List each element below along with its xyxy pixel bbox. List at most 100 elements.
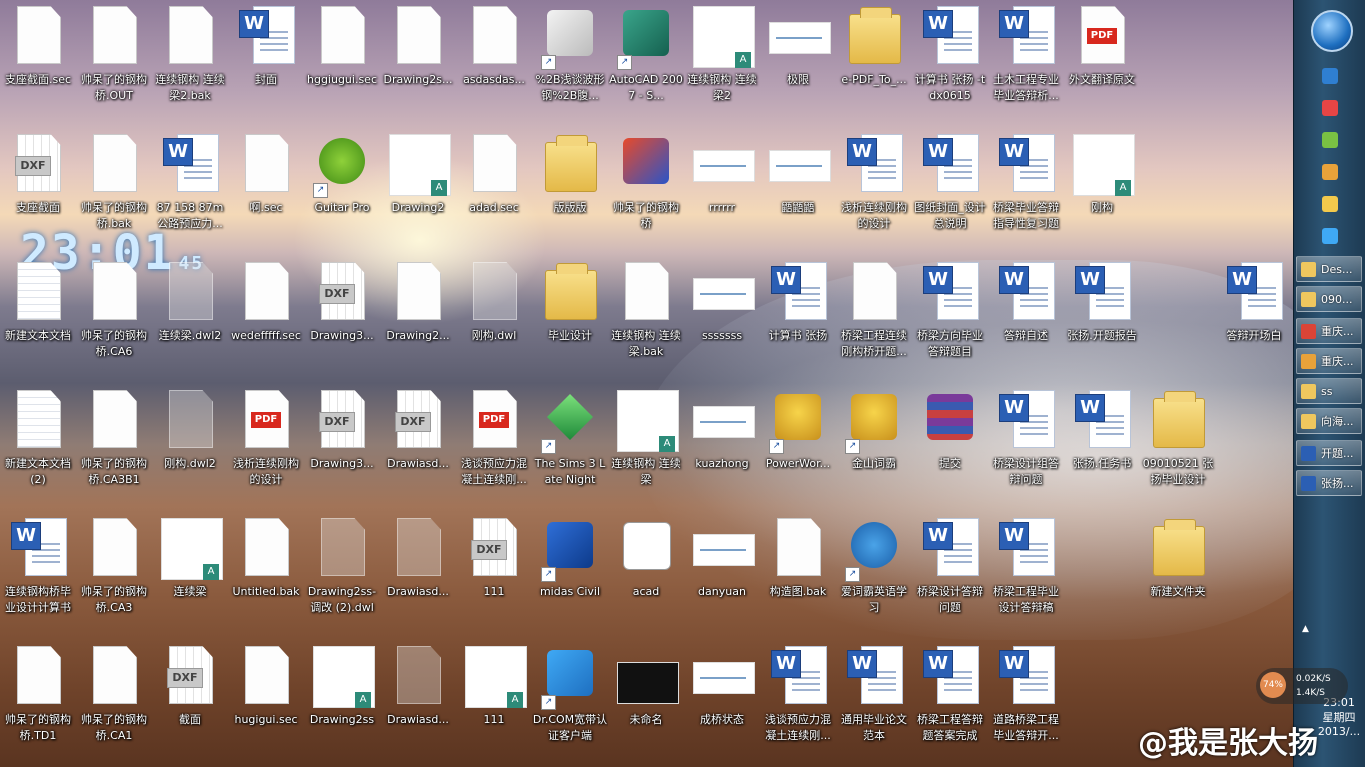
taskbar-button[interactable]: Des... [1296,256,1362,282]
desktop-icon[interactable]: kuazhong [684,384,760,512]
desktop-icon[interactable]: 连续钢构 连续梁.bak [608,256,684,384]
desktop-icon[interactable]: DXF 111 [456,512,532,640]
desktop-icon[interactable]: A 连续梁 [152,512,228,640]
desktop-icon[interactable]: A 刚构 [1064,128,1140,256]
desktop-icon[interactable]: W 桥梁毕业答辩指导性复习题 [988,128,1064,256]
desktop-icon[interactable]: 帅呆了的钢构桥.CA3 [76,512,152,640]
desktop-icon[interactable]: W 桥梁工程毕业设计答辩稿 [988,512,1064,640]
desktop-icon[interactable]: danyuan [684,512,760,640]
desktop-icon[interactable]: wedefffff.sec [228,256,304,384]
desktop-icon[interactable]: Drawing2s... [380,0,456,128]
taskbar-button[interactable]: 重庆... [1296,318,1362,344]
desktop-icon[interactable]: ↗ midas Civil [532,512,608,640]
tray-expand-icon[interactable]: ▲ [1302,624,1309,634]
desktop-icon[interactable]: W 答辩自述 [988,256,1064,384]
desktop-icon[interactable]: W 浅析连续刚构的设计 [836,128,912,256]
desktop-icon[interactable]: ↗ 爱词霸英语学习 [836,512,912,640]
desktop-icon[interactable]: 新建文本文档 (2) [0,384,76,512]
desktop-icon[interactable]: 帅呆了的钢构桥.CA1 [76,640,152,767]
desktop-icon[interactable]: PDF 外文翻译原文 [1064,0,1140,128]
taskbar-button[interactable]: 向海... [1296,408,1362,434]
desktop-icon[interactable]: W 答辩开场白 [1216,256,1292,384]
desktop-icon[interactable]: hugigui.sec [228,640,304,767]
desktop-icon[interactable]: sssssss [684,256,760,384]
desktop-icon[interactable]: A 111 [456,640,532,767]
quick-launch-icon[interactable] [1322,228,1338,244]
desktop-icon[interactable]: 帅呆了的钢构桥.CA3B1 [76,384,152,512]
desktop-icon[interactable]: 毕业设计 [532,256,608,384]
desktop-icon[interactable]: Drawiasd... [380,640,456,767]
desktop-icon[interactable]: 提交 [912,384,988,512]
desktop-icon[interactable]: DXF Drawiasd... [380,384,456,512]
desktop-icon[interactable]: W 封面 [228,0,304,128]
desktop-icon[interactable]: 版版版 [532,128,608,256]
desktop-icon[interactable]: W 通用毕业论文范本 [836,640,912,767]
desktop-icon[interactable]: ↗ %2B浅谈波形钢%2B腹... [532,0,608,128]
desktop-icon[interactable]: 帅呆了的钢构桥.CA6 [76,256,152,384]
desktop-icon[interactable]: 帅呆了的钢构桥.OUT [76,0,152,128]
desktop-icon[interactable]: 构造图.bak [760,512,836,640]
desktop-icon[interactable]: 连续钢构 连续梁2.bak [152,0,228,128]
desktop-icon[interactable]: W 道路桥梁工程毕业答辩开... [988,640,1064,767]
desktop-icon[interactable]: A Drawing2 [380,128,456,256]
desktop-icon[interactable]: W 桥梁方向毕业答辩题目 [912,256,988,384]
desktop-icon[interactable]: 连续梁.dwl2 [152,256,228,384]
desktop-icon[interactable]: ↗ The Sims 3 Late Night [532,384,608,512]
desktop-icon[interactable]: DXF Drawing3... [304,256,380,384]
desktop-icon[interactable]: A Drawing2ss [304,640,380,767]
taskbar-button[interactable]: 开题... [1296,440,1362,466]
desktop-icon[interactable]: W 87 158 87m公路预应力... [152,128,228,256]
desktop-icon[interactable]: ↗ AutoCAD 2007 - S... [608,0,684,128]
taskbar-button[interactable]: 重庆... [1296,348,1362,374]
desktop-icon[interactable]: rrrrrr [684,128,760,256]
desktop-icon[interactable]: 刚构.dwl2 [152,384,228,512]
desktop-icon[interactable]: 帅呆了的钢构桥.TD1 [0,640,76,767]
desktop-icon[interactable]: 鼯鼯鼯 [760,128,836,256]
network-monitor[interactable]: 74% 0.02K/S 1.4K/S [1256,668,1348,704]
desktop-icon[interactable]: 帅呆了的钢构桥 [608,128,684,256]
desktop-icon[interactable]: 新建文本文档 [0,256,76,384]
desktop-icon[interactable]: 极限 [760,0,836,128]
desktop-icon[interactable]: ↗ Dr.COM宽带认证客户端 [532,640,608,767]
desktop-icon[interactable]: W 桥梁工程答辩题答案完成 [912,640,988,767]
taskbar-button[interactable]: ss [1296,378,1362,404]
desktop-icon[interactable]: W 土木工程专业毕业答辩析... [988,0,1064,128]
desktop-icon[interactable]: 未命名 [608,640,684,767]
desktop-icon[interactable]: A 连续钢构 连续梁 [608,384,684,512]
desktop-icon[interactable]: PDF 浅析连续刚构的设计 [228,384,304,512]
desktop-icon[interactable]: Drawiasd... [380,512,456,640]
desktop-icon[interactable]: ↗ PowerWor... [760,384,836,512]
desktop-icon[interactable]: Drawing2... [380,256,456,384]
desktop-icon[interactable]: W 张扬.开题报告 [1064,256,1140,384]
desktop-icon[interactable]: W 浅谈预应力混凝土连续刚... [760,640,836,767]
desktop-icon[interactable]: asdasdas... [456,0,532,128]
taskbar-button[interactable]: 090... [1296,286,1362,312]
desktop-icon[interactable]: W 张扬.任务书 [1064,384,1140,512]
quick-launch-icon[interactable] [1322,196,1338,212]
desktop-icon[interactable]: 支座截面.sec [0,0,76,128]
desktop-icon[interactable]: W 连续钢构桥毕业设计计算书 [0,512,76,640]
desktop-icon[interactable]: W 计算书 张扬 [760,256,836,384]
quick-launch-icon[interactable] [1322,132,1338,148]
desktop-icon[interactable]: 帅呆了的钢构桥.bak [76,128,152,256]
desktop-icon[interactable]: 啊.sec [228,128,304,256]
desktop-icon[interactable]: Untitled.bak [228,512,304,640]
desktop-icon[interactable]: W 图纸封面_设计总说明 [912,128,988,256]
desktop-icon[interactable]: 成桥状态 [684,640,760,767]
desktop-icon[interactable]: 桥梁工程连续刚构桥开题... [836,256,912,384]
quick-launch-icon[interactable] [1322,68,1338,84]
desktop-icon[interactable]: 09010521 张扬毕业设计 [1140,384,1216,512]
desktop-icon[interactable]: adad.sec [456,128,532,256]
desktop-icon[interactable]: 新建文件夹 [1140,512,1216,640]
desktop-icon[interactable]: ↗ Guitar Pro [304,128,380,256]
desktop-icon[interactable]: acad [608,512,684,640]
desktop-icon[interactable]: A 连续钢构 连续梁2 [684,0,760,128]
quick-launch-icon[interactable] [1322,100,1338,116]
desktop-icon[interactable]: DXF Drawing3... [304,384,380,512]
desktop-icon[interactable]: DXF 截面 [152,640,228,767]
desktop-icon[interactable]: DXF 支座截面 [0,128,76,256]
desktop-icon[interactable]: W 桥梁设计组答辩问题 [988,384,1064,512]
taskbar-button[interactable]: 张扬... [1296,470,1362,496]
desktop-icon[interactable]: W 桥梁设计答辩问题 [912,512,988,640]
desktop-icon[interactable]: W 计算书 张扬 -tdx0615 [912,0,988,128]
